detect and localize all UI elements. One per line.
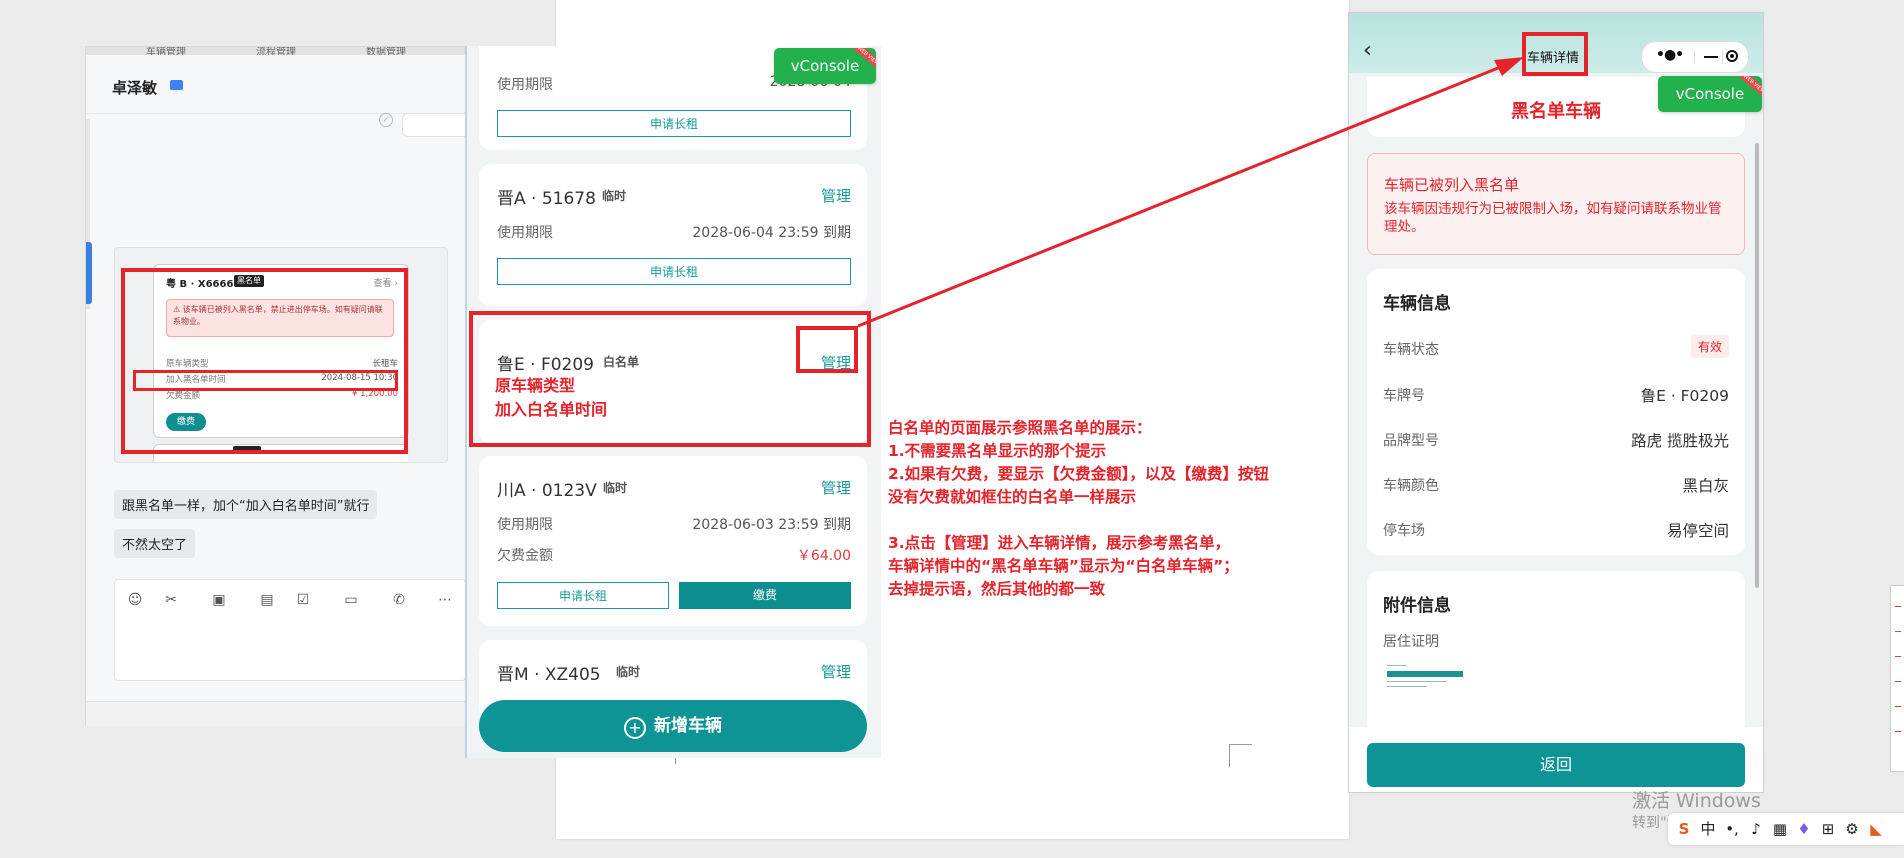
edge-side-widget[interactable] <box>1890 585 1904 772</box>
annotation-arrow <box>857 57 1524 328</box>
system-tray: S 中 •, ♪ ▦ ♦ ⊞ ⚙ ◣ <box>1668 813 1904 845</box>
activation-watermark: 激活 Windows <box>1632 790 1761 812</box>
microphone-icon[interactable]: ♪ <box>1746 819 1766 839</box>
punctuation-icon[interactable]: •, <box>1722 819 1742 839</box>
settings-icon[interactable]: ⚙ <box>1842 819 1862 839</box>
sogou-ime-icon[interactable]: S <box>1674 819 1694 839</box>
skin-icon[interactable]: ♦ <box>1794 819 1814 839</box>
toolbox-icon[interactable]: ⊞ <box>1818 819 1838 839</box>
mascot-icon[interactable]: ◣ <box>1866 819 1886 839</box>
ime-mode[interactable]: 中 <box>1698 819 1718 839</box>
keyboard-icon[interactable]: ▦ <box>1770 819 1790 839</box>
